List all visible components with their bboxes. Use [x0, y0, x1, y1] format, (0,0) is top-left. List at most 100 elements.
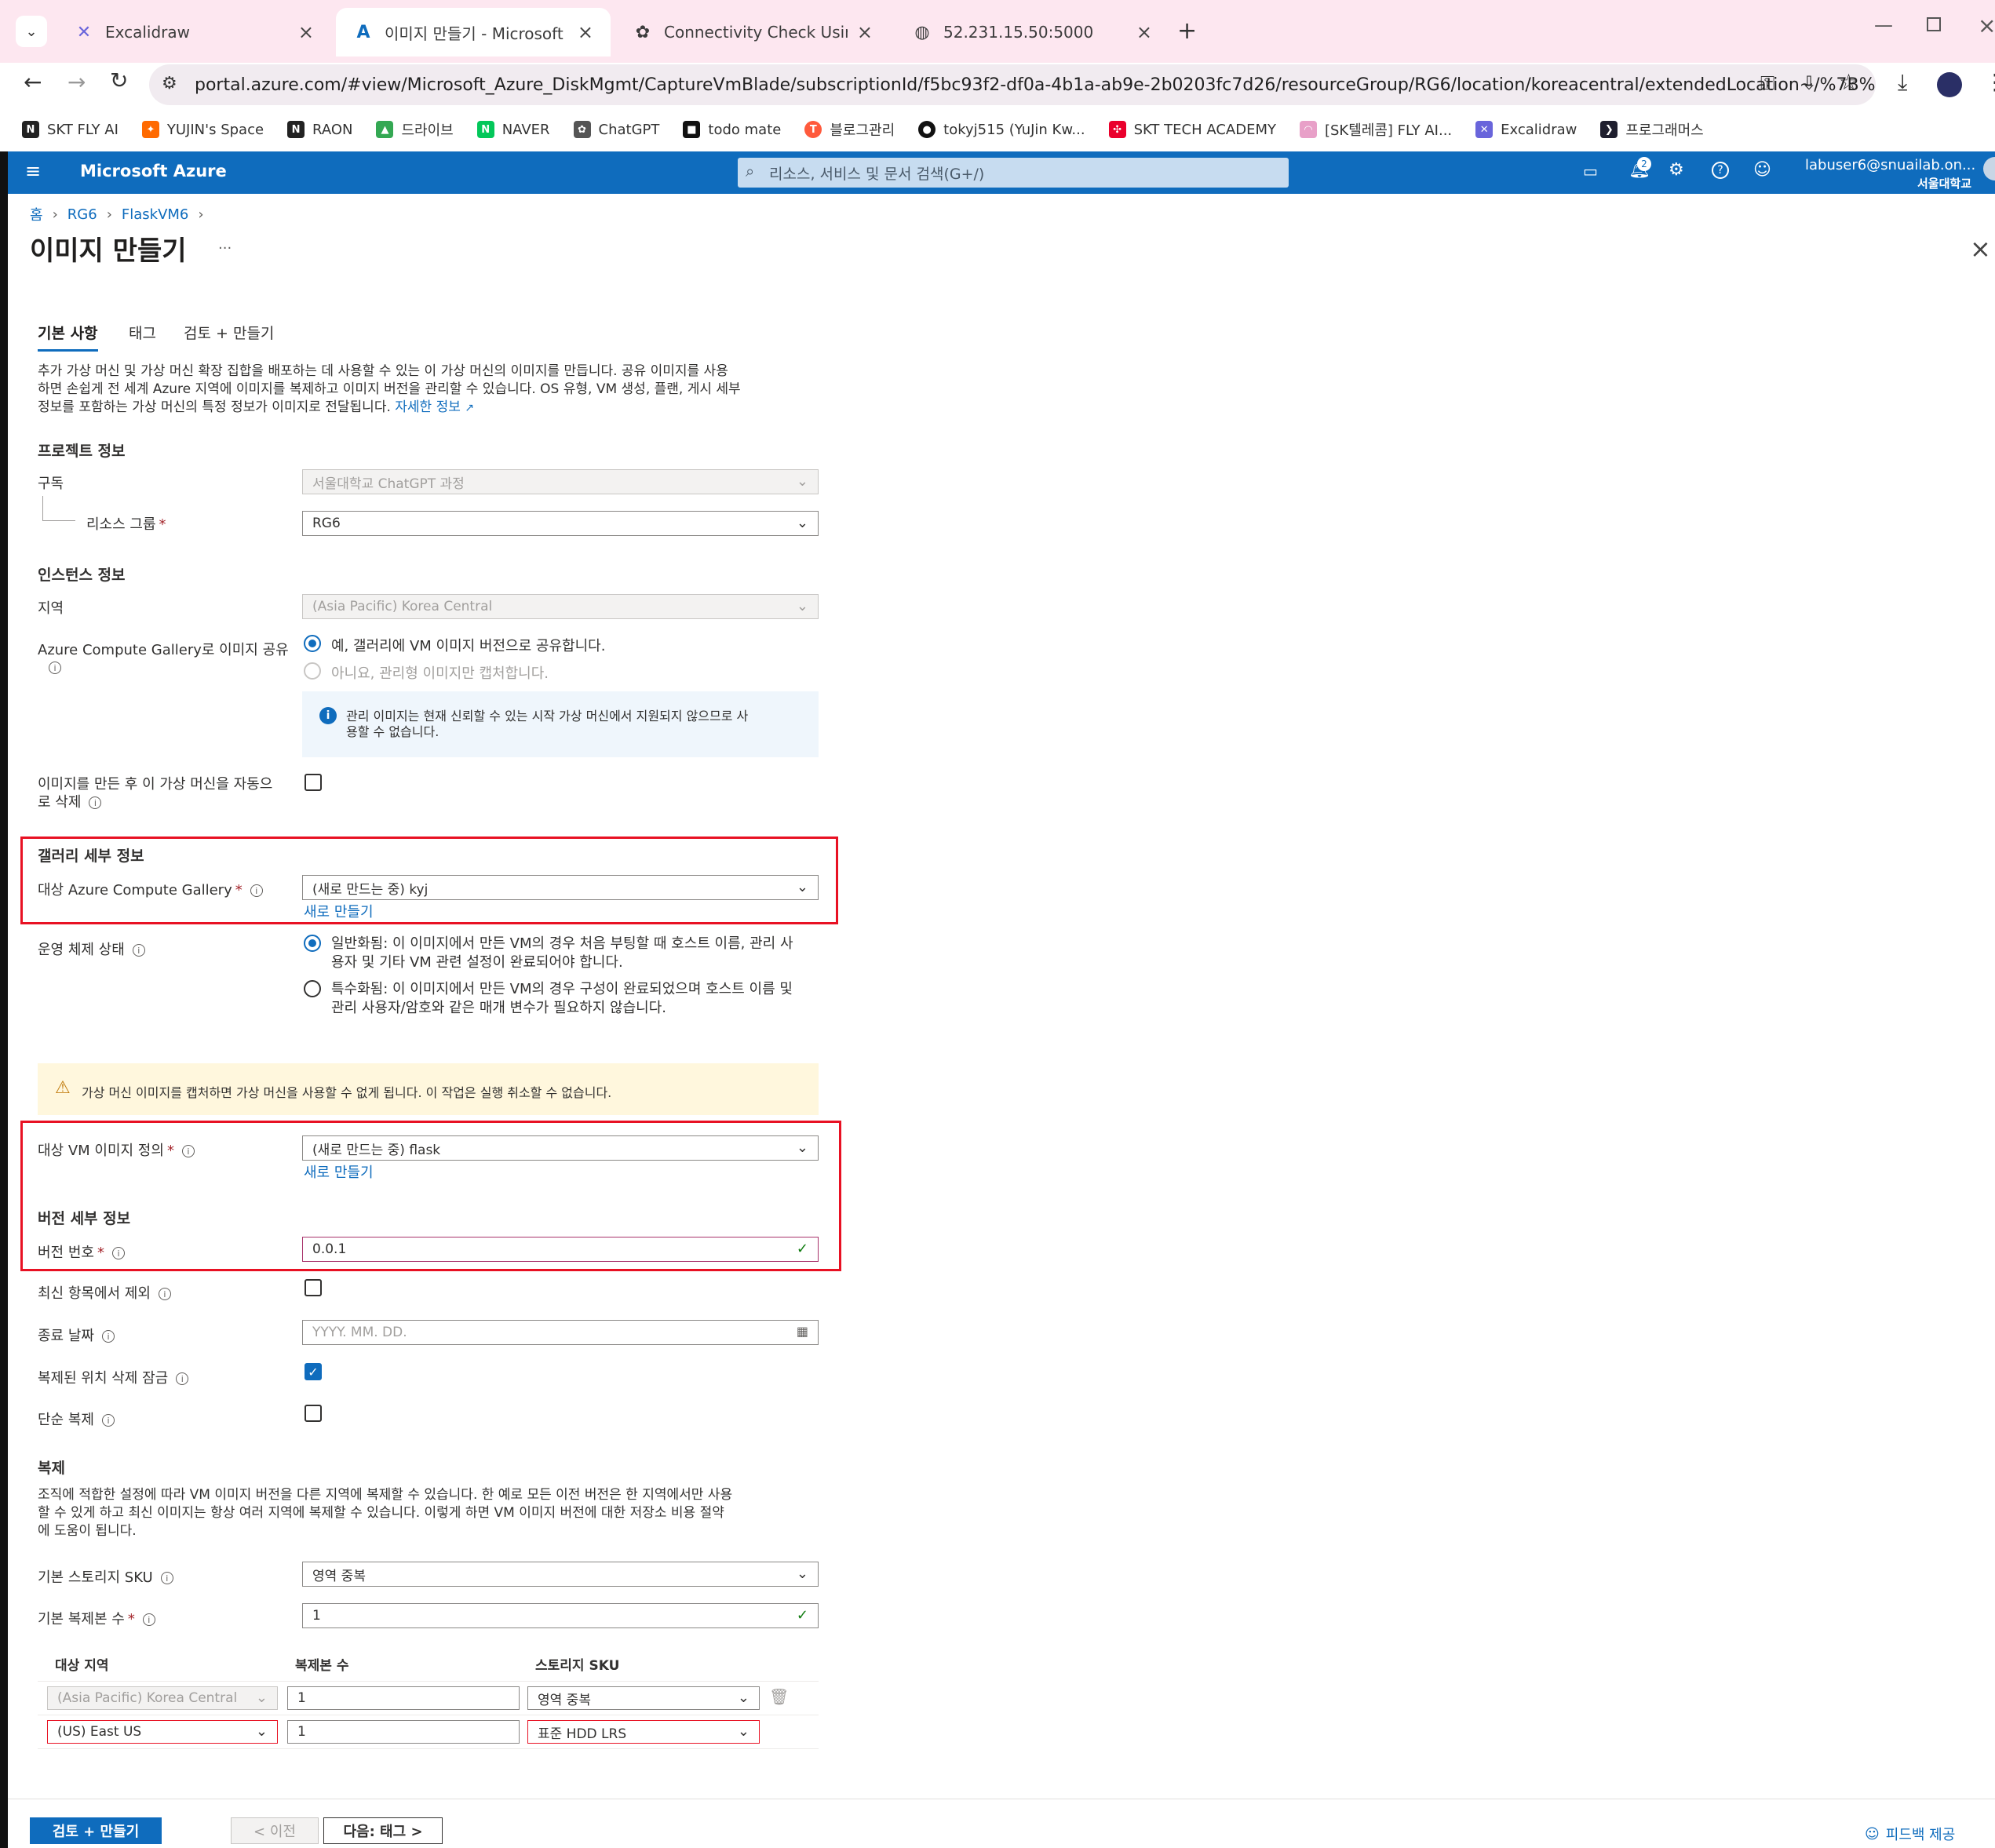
bookmark-item[interactable]: ✕ Excalidraw [1475, 121, 1577, 138]
info-icon[interactable]: i [111, 1247, 125, 1259]
downloads-icon[interactable]: ⤓ [1898, 69, 1907, 96]
account-email[interactable]: labuser6@snuailab.on... [1805, 157, 1975, 173]
info-icon[interactable]: i [101, 1414, 115, 1427]
info-icon[interactable]: i [142, 1613, 155, 1626]
new-tab-button[interactable]: + [1177, 17, 1197, 45]
review-create-button[interactable]: 검토 + 만들기 [30, 1817, 162, 1844]
close-window-icon[interactable]: × [1978, 13, 1995, 38]
info-icon[interactable]: i [176, 1372, 189, 1385]
shallow-replication-checkbox[interactable] [305, 1405, 322, 1422]
site-settings-icon[interactable]: ⚙ [162, 74, 177, 93]
settings-icon[interactable]: ⚙ [1669, 160, 1684, 180]
info-icon[interactable]: i [158, 1288, 171, 1300]
bookmark-item[interactable]: ✣ SKT TECH ACADEMY [1108, 121, 1276, 138]
give-feedback-link[interactable]: ☺ 피드백 제공 [1865, 1824, 1955, 1844]
browser-tab-chatgpt[interactable]: ✿ Connectivity Check Using DFS × [615, 8, 890, 56]
row2-region-select[interactable]: (US) East US ⌄ [47, 1720, 278, 1744]
info-icon[interactable]: i [101, 1330, 115, 1343]
github-icon: ● [918, 121, 936, 138]
profile-avatar[interactable] [1937, 72, 1962, 97]
replication-table-header: 대상 지역 [55, 1654, 108, 1674]
browser-tab-excalidraw[interactable]: ✕ Excalidraw × [57, 8, 331, 56]
bookmark-item[interactable]: N SKT FLY AI [22, 121, 119, 138]
share-no-radio [304, 662, 321, 680]
share-yes-radio[interactable] [304, 635, 321, 652]
bookmark-item[interactable]: ● tokyj515 (YuJin Kw... [918, 121, 1085, 138]
bookmark-item[interactable]: ■ todo mate [683, 121, 781, 138]
azure-brand[interactable]: Microsoft Azure [80, 162, 227, 180]
calendar-icon[interactable]: ▦ [797, 1324, 808, 1339]
create-definition-link[interactable]: 새로 만들기 [304, 1161, 374, 1182]
cloud-shell-icon[interactable]: ▭ [1583, 162, 1598, 180]
col-region: 대상 지역 [55, 1658, 109, 1674]
feedback-icon[interactable]: ☺ [1753, 160, 1771, 180]
info-icon[interactable]: i [132, 944, 145, 957]
bookmark-item[interactable]: ◠ [SK텔레콤] FLY AI... [1299, 119, 1452, 140]
minimize-icon[interactable]: — [1874, 14, 1893, 36]
bookmark-item[interactable]: T 블로그관리 [804, 119, 895, 140]
hamburger-icon[interactable]: ≡ [25, 160, 41, 182]
skt-icon: ◠ [1299, 121, 1317, 138]
info-icon[interactable]: i [89, 796, 102, 809]
row1-count-input[interactable]: 1 [287, 1686, 520, 1710]
create-gallery-link[interactable]: 새로 만들기 [304, 901, 374, 921]
reload-icon[interactable]: ↻ [110, 67, 128, 93]
more-options-icon[interactable]: ··· [218, 240, 232, 257]
tab-list-dropdown[interactable]: ⌄ [16, 16, 47, 47]
default-sku-select[interactable]: 영역 중복 ⌄ [302, 1562, 819, 1587]
browser-tab-ip[interactable]: ◍ 52.231.15.50:5000 × [895, 8, 1169, 56]
forward-icon[interactable]: → [67, 69, 86, 95]
info-icon[interactable]: i [250, 884, 263, 897]
next-tags-button[interactable]: 다음: 태그 > [323, 1817, 443, 1844]
close-icon[interactable]: × [298, 21, 314, 43]
specialized-radio[interactable] [304, 980, 321, 997]
row2-count-input[interactable]: 1 [287, 1720, 520, 1744]
bookmark-item[interactable]: ❯ 프로그래머스 [1600, 119, 1704, 140]
tab-review-create[interactable]: 검토 + 만들기 [184, 322, 274, 343]
info-icon[interactable]: i [181, 1145, 195, 1157]
tab-tags[interactable]: 태그 [129, 322, 156, 343]
restore-icon[interactable] [1927, 17, 1941, 31]
chevron-down-icon: ⌄ [796, 879, 808, 895]
row2-sku-select[interactable]: 표준 HDD LRS ⌄ [527, 1720, 760, 1744]
default-replica-input[interactable]: 1 ✓ [302, 1603, 819, 1628]
learn-more-link[interactable]: 자세한 정보 [395, 399, 461, 415]
close-icon[interactable]: × [857, 21, 873, 43]
auto-delete-checkbox[interactable] [305, 774, 322, 791]
delete-lock-checkbox[interactable]: ✓ [305, 1363, 322, 1380]
address-bar[interactable]: portal.azure.com/#view/Microsoft_Azure_D… [149, 64, 1876, 105]
global-search-input[interactable]: 리소스, 서비스 및 문서 검색(G+/) [738, 158, 1289, 188]
install-app-icon[interactable]: ⇩ [1801, 72, 1817, 94]
capture-warning-text: 가상 머신 이미지를 캡처하면 가상 머신을 사용할 수 없게 됩니다. 이 작… [82, 1085, 612, 1100]
target-gallery-select[interactable]: (새로 만드는 중) kyj ⌄ [302, 875, 819, 900]
version-number-input[interactable]: 0.0.1 ✓ [302, 1237, 819, 1262]
generalized-radio[interactable] [304, 935, 321, 952]
close-blade-icon[interactable]: × [1970, 234, 1991, 264]
info-icon[interactable]: i [160, 1572, 173, 1584]
browser-menu-icon[interactable]: ⋮ [1984, 69, 1995, 95]
close-icon[interactable]: × [578, 21, 593, 43]
bookmark-item[interactable]: N NAVER [476, 121, 550, 138]
exclude-latest-checkbox[interactable] [305, 1279, 322, 1296]
resource-group-select[interactable]: RG6 ⌄ [302, 511, 819, 536]
breadcrumb-rg[interactable]: RG6 [67, 206, 97, 223]
search-icon: ⌕ [746, 162, 755, 180]
back-icon[interactable]: ← [24, 69, 42, 95]
bookmark-item[interactable]: ▲ 드라이브 [376, 119, 454, 140]
breadcrumb-home[interactable]: 홈 [30, 204, 43, 224]
help-icon[interactable]: ? [1712, 162, 1729, 179]
bookmark-item[interactable]: ✦ YUJIN's Space [141, 121, 264, 138]
image-definition-select[interactable]: (새로 만드는 중) flask ⌄ [302, 1135, 819, 1161]
bookmark-item[interactable]: ✿ ChatGPT [573, 121, 659, 138]
info-icon[interactable]: i [49, 662, 61, 674]
tab-basics[interactable]: 기본 사항 [38, 322, 98, 352]
bookmark-star-icon[interactable]: ☆ [1839, 69, 1858, 95]
browser-tab-azure[interactable]: A 이미지 만들기 - Microsoft Azu × [336, 8, 611, 56]
row1-sku-select[interactable]: 영역 중복 ⌄ [527, 1686, 760, 1710]
end-date-input[interactable]: YYYY. MM. DD. ▦ [302, 1320, 819, 1345]
password-key-icon[interactable]: ⚿ [1760, 72, 1774, 94]
breadcrumb-vm[interactable]: FlaskVM6 [122, 206, 188, 223]
bookmark-item[interactable]: N RAON [287, 121, 352, 138]
breadcrumb: 홈 › RG6 › FlaskVM6 › [30, 204, 204, 224]
close-icon[interactable]: × [1136, 21, 1152, 43]
